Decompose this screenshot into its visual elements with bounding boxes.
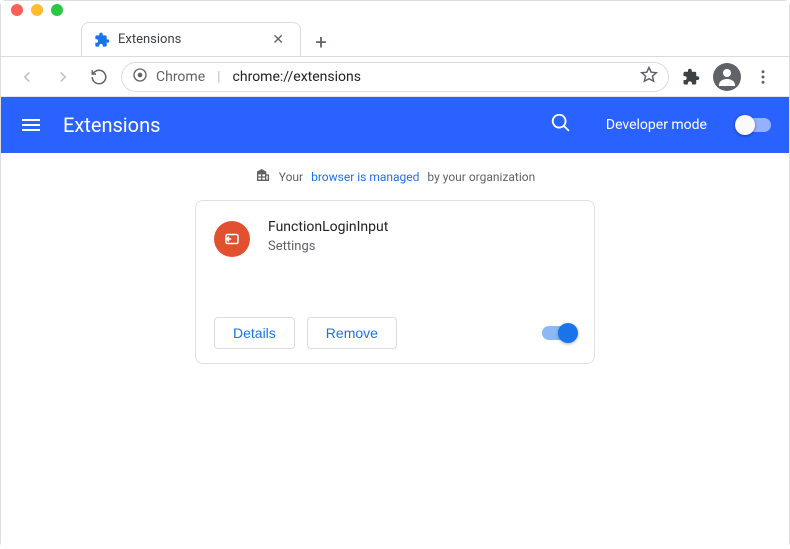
- menu-icon[interactable]: [19, 113, 43, 137]
- new-tab-button[interactable]: +: [307, 28, 335, 56]
- developer-mode-toggle[interactable]: [737, 118, 771, 132]
- remove-button[interactable]: Remove: [307, 317, 397, 349]
- omnibox[interactable]: Chrome | chrome://extensions: [121, 62, 669, 92]
- search-icon[interactable]: [550, 112, 572, 138]
- managed-suffix: by your organization: [427, 170, 535, 184]
- profile-avatar[interactable]: [713, 63, 741, 91]
- browser-toolbar: Chrome | chrome://extensions: [1, 57, 789, 97]
- forward-button[interactable]: [49, 63, 77, 91]
- extension-enable-toggle[interactable]: [542, 326, 576, 340]
- extension-description: Settings: [268, 239, 576, 254]
- page-header: Extensions Developer mode: [1, 97, 789, 153]
- building-icon: [255, 167, 271, 186]
- overflow-menu-button[interactable]: [749, 63, 777, 91]
- details-button[interactable]: Details: [214, 317, 295, 349]
- close-window-button[interactable]: [11, 4, 23, 16]
- puzzle-icon: [94, 32, 110, 48]
- page-content: Your browser is managed by your organiza…: [1, 153, 789, 549]
- omnibox-url: chrome://extensions: [233, 69, 361, 85]
- window-titlebar: [1, 1, 789, 19]
- extension-name: FunctionLoginInput: [268, 219, 576, 235]
- omnibox-prefix: Chrome: [156, 69, 205, 85]
- managed-prefix: Your: [279, 170, 303, 184]
- reload-button[interactable]: [85, 63, 113, 91]
- page-title: Extensions: [63, 113, 160, 137]
- maximize-window-button[interactable]: [51, 4, 63, 16]
- minimize-window-button[interactable]: [31, 4, 43, 16]
- extension-card: FunctionLoginInput Settings Details Remo…: [195, 200, 595, 364]
- chrome-icon: [132, 67, 148, 87]
- managed-link[interactable]: browser is managed: [311, 170, 419, 184]
- extensions-menu-button[interactable]: [677, 63, 705, 91]
- back-button[interactable]: [13, 63, 41, 91]
- omnibox-divider: |: [217, 69, 220, 85]
- tab-title: Extensions: [118, 32, 262, 47]
- plus-icon: +: [315, 30, 326, 54]
- bookmark-star-icon[interactable]: [640, 66, 658, 88]
- close-tab-button[interactable]: ✕: [270, 30, 286, 50]
- developer-mode-label: Developer mode: [606, 117, 707, 133]
- tab-extensions[interactable]: Extensions ✕: [81, 22, 301, 56]
- managed-notice: Your browser is managed by your organiza…: [255, 167, 536, 186]
- tab-strip: Extensions ✕ +: [1, 19, 789, 57]
- extension-icon: [214, 221, 250, 257]
